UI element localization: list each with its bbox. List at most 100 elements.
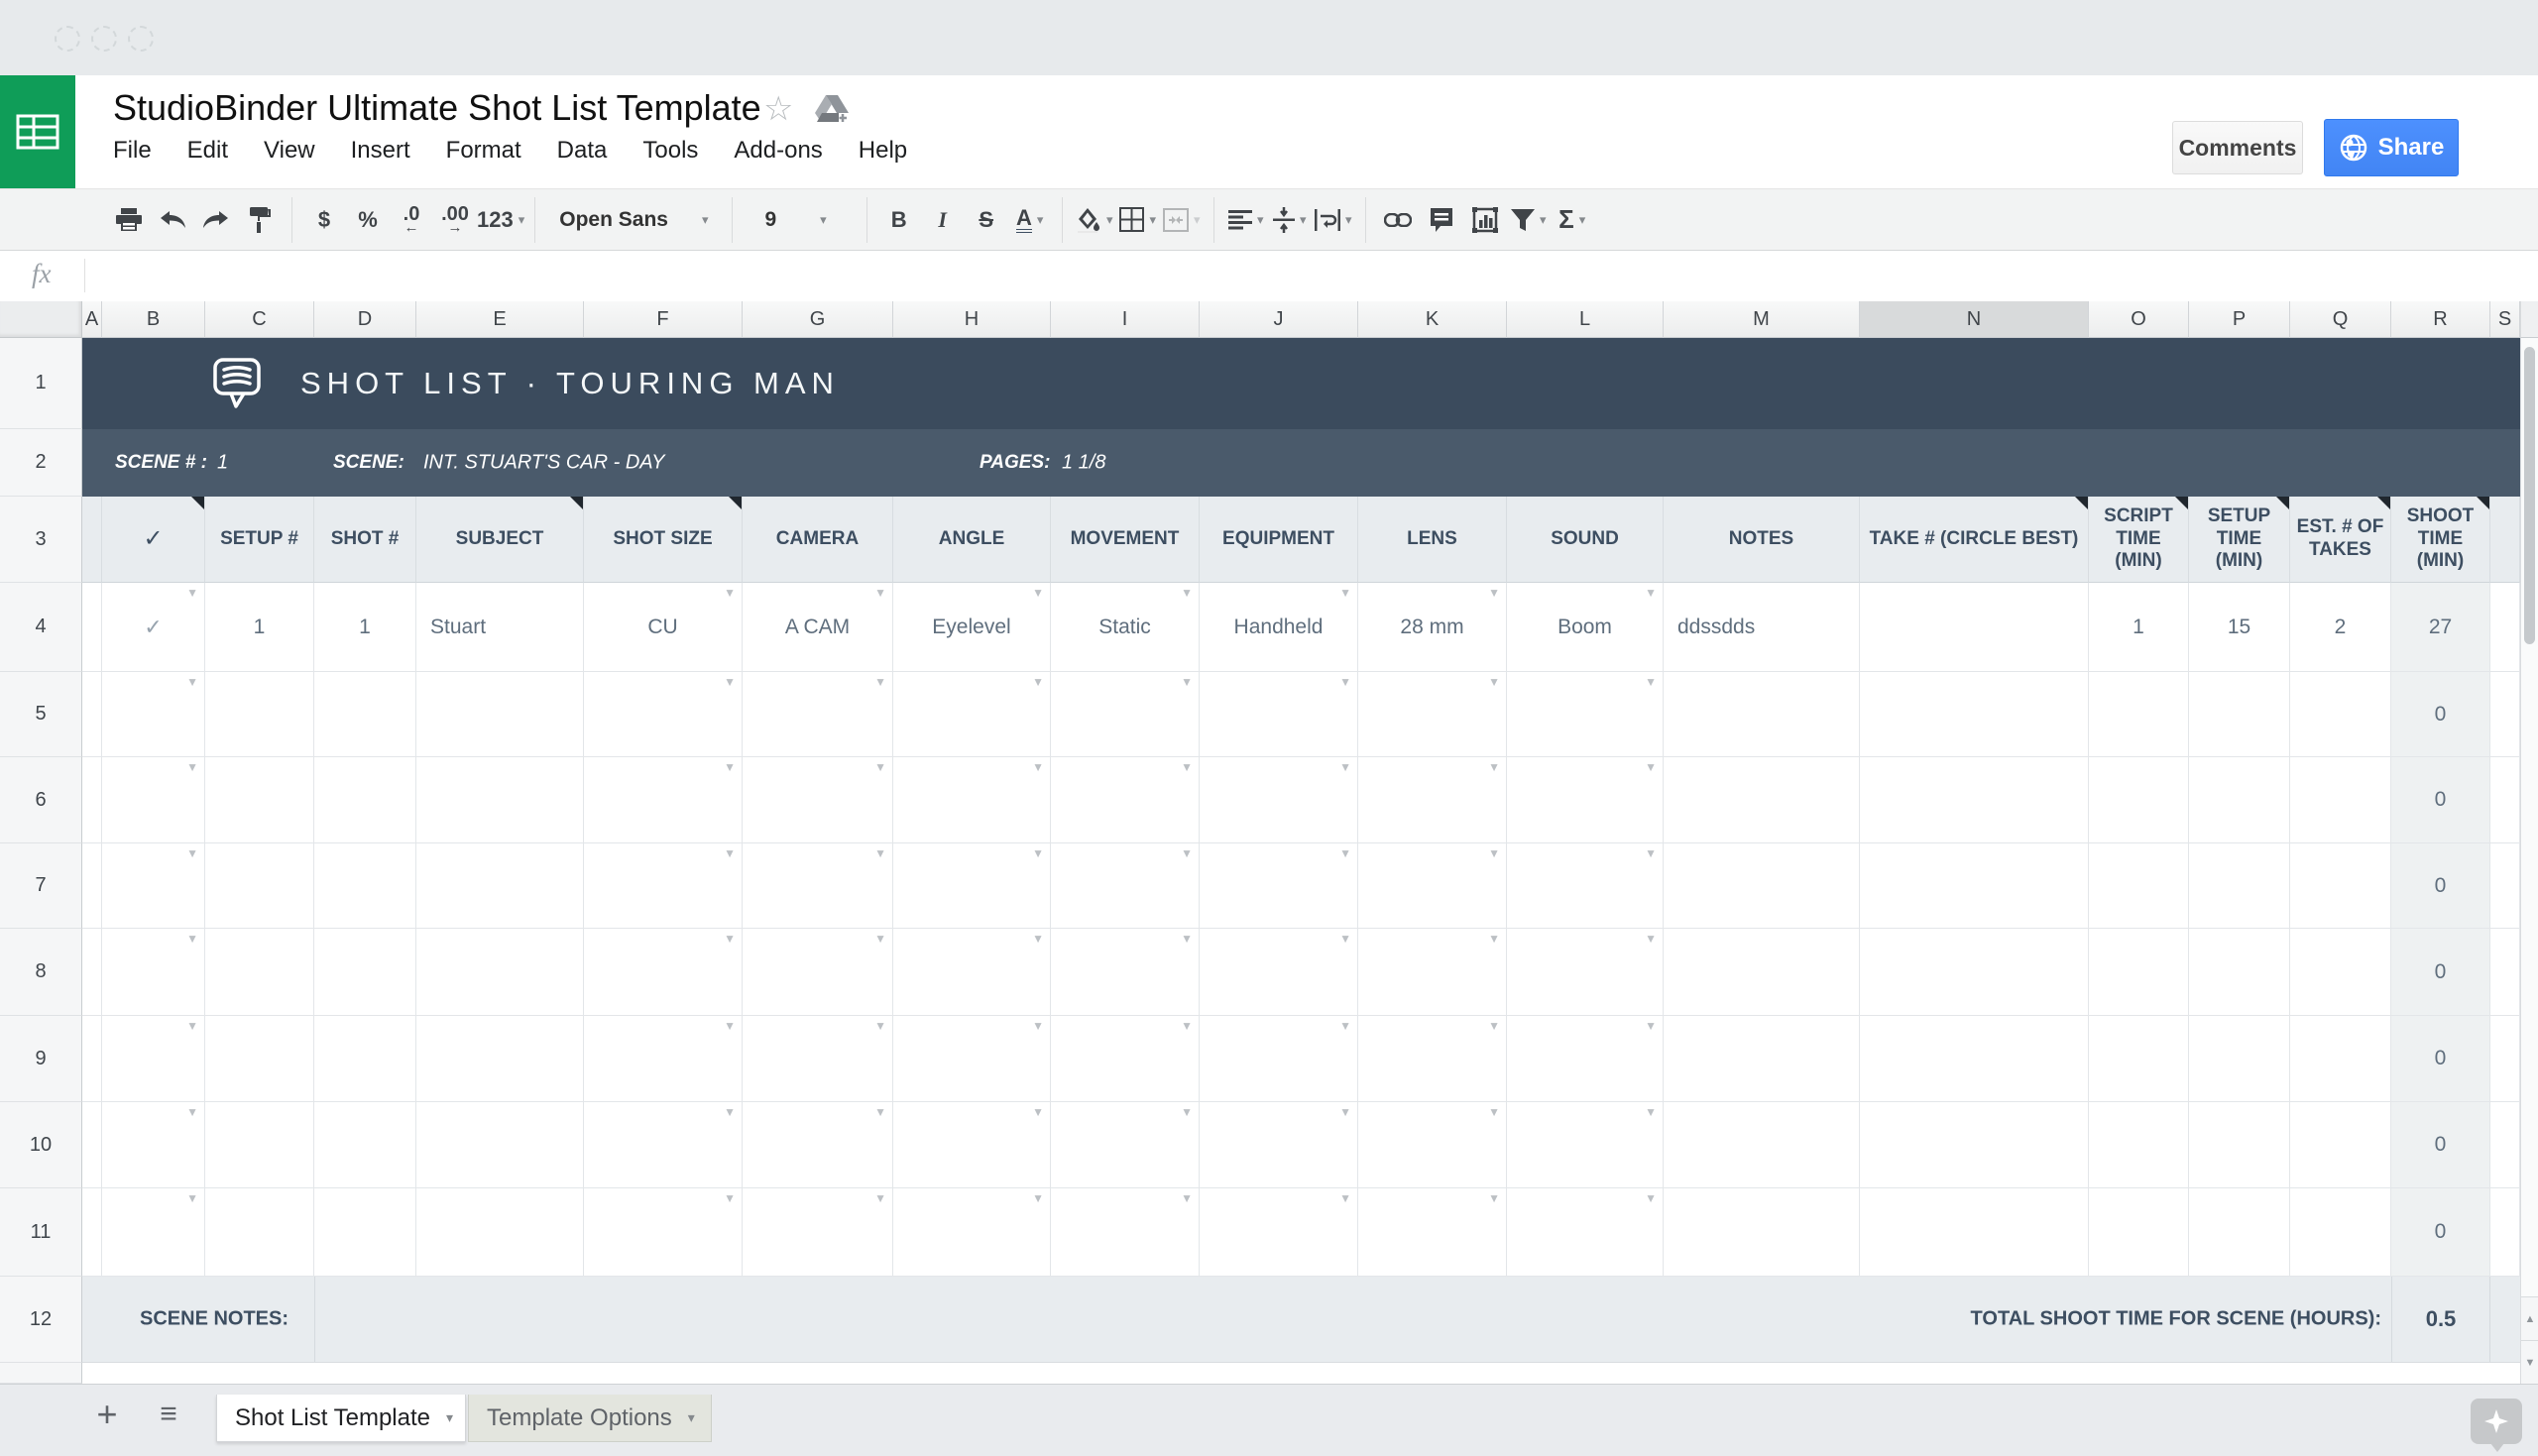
document-title[interactable]: StudioBinder Ultimate Shot List Template — [113, 87, 761, 129]
row-header-10[interactable]: 10 — [0, 1102, 82, 1188]
cell-A11[interactable] — [82, 1188, 102, 1277]
cell-F4[interactable]: CU ▼ — [584, 583, 743, 672]
menu-format[interactable]: Format — [446, 137, 521, 165]
cell-A10[interactable] — [82, 1102, 102, 1188]
cell-S5[interactable] — [2490, 672, 2520, 757]
cell-P7[interactable] — [2189, 843, 2290, 929]
menu-insert[interactable]: Insert — [351, 137, 410, 165]
cell-M8[interactable] — [1664, 929, 1860, 1016]
cell-G7[interactable]: ▼ — [743, 843, 893, 929]
all-sheets-icon[interactable]: ≡ — [145, 1391, 192, 1438]
cell-dropdown-icon[interactable]: ▼ — [1032, 1192, 1044, 1204]
scene-notes-row[interactable]: SCENE NOTES: TOTAL SHOOT TIME FOR SCENE (… — [82, 1277, 2520, 1363]
cell-I4[interactable]: Static ▼ — [1051, 583, 1200, 672]
cell-dropdown-icon[interactable]: ▼ — [1645, 676, 1657, 688]
cell-C10[interactable] — [205, 1102, 314, 1188]
column-header-G[interactable]: G — [743, 301, 893, 338]
insert-chart-icon[interactable] — [1463, 197, 1507, 243]
cell-dropdown-icon[interactable]: ▼ — [1645, 761, 1657, 773]
cell-M7[interactable] — [1664, 843, 1860, 929]
cell-H9[interactable]: ▼ — [893, 1016, 1051, 1102]
cell-L8[interactable]: ▼ — [1507, 929, 1664, 1016]
cell-M6[interactable] — [1664, 757, 1860, 843]
cell-N10[interactable] — [1860, 1102, 2089, 1188]
cell-B5[interactable]: ▼ — [102, 672, 205, 757]
sheets-logo-icon[interactable] — [0, 75, 75, 188]
cell-D3[interactable]: SHOT # — [314, 497, 416, 583]
partial-row[interactable] — [82, 1363, 2520, 1384]
cell-C7[interactable] — [205, 843, 314, 929]
cell-K3[interactable]: LENS — [1358, 497, 1507, 583]
cell-I5[interactable]: ▼ — [1051, 672, 1200, 757]
cell-N9[interactable] — [1860, 1016, 2089, 1102]
cell-dropdown-icon[interactable]: ▼ — [724, 676, 736, 688]
cell-dropdown-icon[interactable]: ▼ — [874, 761, 886, 773]
cell-F10[interactable]: ▼ — [584, 1102, 743, 1188]
cell-P9[interactable] — [2189, 1016, 2290, 1102]
cell-Q10[interactable] — [2290, 1102, 2391, 1188]
cell-N7[interactable] — [1860, 843, 2089, 929]
cell-G6[interactable]: ▼ — [743, 757, 893, 843]
cell-N5[interactable] — [1860, 672, 2089, 757]
cell-dropdown-icon[interactable]: ▼ — [1032, 676, 1044, 688]
cell-dropdown-icon[interactable]: ▼ — [1339, 761, 1351, 773]
cell-dropdown-icon[interactable]: ▼ — [724, 933, 736, 945]
row-header-2[interactable]: 2 — [0, 429, 82, 497]
cell-O9[interactable] — [2089, 1016, 2189, 1102]
cell-S11[interactable] — [2490, 1188, 2520, 1277]
cell-K7[interactable]: ▼ — [1358, 843, 1507, 929]
tab-dropdown-icon[interactable]: ▾ — [446, 1409, 453, 1426]
cell-F5[interactable]: ▼ — [584, 672, 743, 757]
cell-dropdown-icon[interactable]: ▼ — [874, 1106, 886, 1118]
cell-Q9[interactable] — [2290, 1016, 2391, 1102]
cell-dropdown-icon[interactable]: ▼ — [1181, 587, 1193, 599]
font-size-select[interactable]: 9 ▾ — [743, 197, 856, 243]
cell-F7[interactable]: ▼ — [584, 843, 743, 929]
cell-J8[interactable]: ▼ — [1200, 929, 1358, 1016]
cell-dropdown-icon[interactable]: ▼ — [186, 587, 198, 599]
cell-P3[interactable]: SETUP TIME (MIN) — [2189, 497, 2290, 583]
cell-dropdown-icon[interactable]: ▼ — [1645, 847, 1657, 859]
cell-dropdown-icon[interactable]: ▼ — [1339, 847, 1351, 859]
cell-S6[interactable] — [2490, 757, 2520, 843]
cell-K11[interactable]: ▼ — [1358, 1188, 1507, 1277]
cell-G8[interactable]: ▼ — [743, 929, 893, 1016]
cell-A7[interactable] — [82, 843, 102, 929]
cell-N11[interactable] — [1860, 1188, 2089, 1277]
column-header-E[interactable]: E — [416, 301, 584, 338]
row-header-6[interactable]: 6 — [0, 757, 82, 843]
cell-dropdown-icon[interactable]: ▼ — [724, 1106, 736, 1118]
cell-N3[interactable]: TAKE # (CIRCLE BEST) — [1860, 497, 2089, 583]
cell-B11[interactable]: ▼ — [102, 1188, 205, 1277]
horizontal-align-icon[interactable]: ▾ — [1224, 197, 1268, 243]
column-header-N[interactable]: N — [1860, 301, 2089, 338]
menu-file[interactable]: File — [113, 137, 152, 165]
cell-O7[interactable] — [2089, 843, 2189, 929]
tab-shot-list-template[interactable]: Shot List Template ▾ — [216, 1395, 466, 1442]
cell-R7[interactable]: 0 — [2391, 843, 2490, 929]
insert-comment-icon[interactable] — [1420, 197, 1463, 243]
cell-dropdown-icon[interactable]: ▼ — [186, 933, 198, 945]
column-header-Q[interactable]: Q — [2290, 301, 2391, 338]
cell-R5[interactable]: 0 — [2391, 672, 2490, 757]
cell-F9[interactable]: ▼ — [584, 1016, 743, 1102]
column-header-F[interactable]: F — [584, 301, 743, 338]
tab-dropdown-icon[interactable]: ▾ — [688, 1409, 695, 1426]
scrollbar-thumb[interactable] — [2524, 347, 2535, 644]
cell-Q8[interactable] — [2290, 929, 2391, 1016]
cell-K5[interactable]: ▼ — [1358, 672, 1507, 757]
cell-C11[interactable] — [205, 1188, 314, 1277]
vertical-scrollbar[interactable]: ▲ ▼ — [2520, 338, 2538, 1384]
cell-dropdown-icon[interactable]: ▼ — [1488, 761, 1500, 773]
cell-dropdown-icon[interactable]: ▼ — [186, 847, 198, 859]
row-header-3[interactable]: 3 — [0, 497, 82, 583]
undo-icon[interactable] — [151, 197, 194, 243]
cell-L11[interactable]: ▼ — [1507, 1188, 1664, 1277]
decrease-decimal-button[interactable]: .0 ← — [390, 197, 433, 243]
cell-dropdown-icon[interactable]: ▼ — [874, 587, 886, 599]
cell-P11[interactable] — [2189, 1188, 2290, 1277]
insert-link-icon[interactable] — [1376, 197, 1420, 243]
menu-edit[interactable]: Edit — [187, 137, 228, 165]
cell-H11[interactable]: ▼ — [893, 1188, 1051, 1277]
cell-K6[interactable]: ▼ — [1358, 757, 1507, 843]
